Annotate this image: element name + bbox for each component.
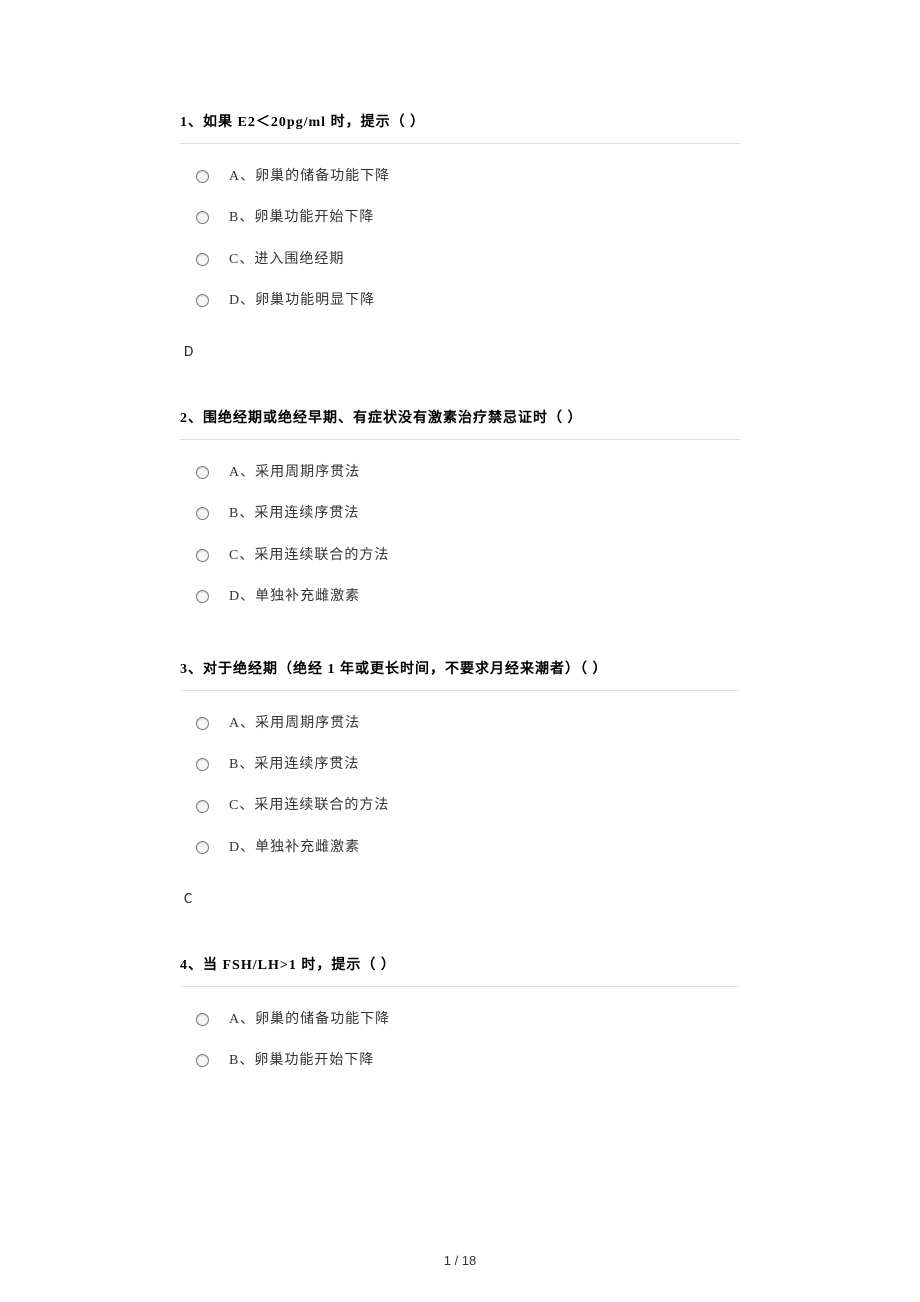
option-row[interactable]: A、采用周期序贯法 <box>180 452 740 493</box>
radio-icon[interactable] <box>196 549 209 562</box>
option-row[interactable]: C、采用连续联合的方法 <box>180 535 740 576</box>
divider <box>180 143 740 144</box>
radio-icon[interactable] <box>196 841 209 854</box>
option-row[interactable]: B、卵巢功能开始下降 <box>180 197 740 238</box>
radio-icon[interactable] <box>196 590 209 603</box>
option-row[interactable]: B、采用连续序贯法 <box>180 744 740 785</box>
option-row[interactable]: C、进入围绝经期 <box>180 239 740 280</box>
radio-icon[interactable] <box>196 1013 209 1026</box>
option-row[interactable]: A、卵巢的储备功能下降 <box>180 999 740 1040</box>
option-text: D、单独补充雌激素 <box>229 584 360 609</box>
option-text: A、卵巢的储备功能下降 <box>229 164 390 189</box>
option-text: C、采用连续联合的方法 <box>229 793 389 818</box>
answer-text: C <box>184 886 740 913</box>
question-4: 4、当 FSH/LH>1 时，提示（ ） A、卵巢的储备功能下降 B、卵巢功能开… <box>180 953 740 1082</box>
option-text: B、采用连续序贯法 <box>229 752 359 777</box>
option-text: C、进入围绝经期 <box>229 247 344 272</box>
radio-icon[interactable] <box>196 294 209 307</box>
radio-icon[interactable] <box>196 717 209 730</box>
question-title: 4、当 FSH/LH>1 时，提示（ ） <box>180 953 740 978</box>
radio-icon[interactable] <box>196 507 209 520</box>
radio-icon[interactable] <box>196 466 209 479</box>
radio-icon[interactable] <box>196 800 209 813</box>
option-text: A、采用周期序贯法 <box>229 460 360 485</box>
option-text: A、卵巢的储备功能下降 <box>229 1007 390 1032</box>
page-number: 1 / 18 <box>444 1253 477 1268</box>
option-text: C、采用连续联合的方法 <box>229 543 389 568</box>
option-text: B、卵巢功能开始下降 <box>229 1048 374 1073</box>
question-title: 1、如果 E2＜20pg/ml 时，提示（ ） <box>180 110 740 135</box>
divider <box>180 439 740 440</box>
option-row[interactable]: D、卵巢功能明显下降 <box>180 280 740 321</box>
option-text: B、采用连续序贯法 <box>229 501 359 526</box>
option-text: D、卵巢功能明显下降 <box>229 288 375 313</box>
answer-text: D <box>184 339 740 366</box>
option-row[interactable]: D、单独补充雌激素 <box>180 576 740 617</box>
option-row[interactable]: D、单独补充雌激素 <box>180 827 740 868</box>
option-row[interactable]: C、采用连续联合的方法 <box>180 785 740 826</box>
option-text: B、卵巢功能开始下降 <box>229 205 374 230</box>
option-row[interactable]: B、采用连续序贯法 <box>180 493 740 534</box>
option-text: D、单独补充雌激素 <box>229 835 360 860</box>
radio-icon[interactable] <box>196 211 209 224</box>
radio-icon[interactable] <box>196 1054 209 1067</box>
option-row[interactable]: B、卵巢功能开始下降 <box>180 1040 740 1081</box>
question-3: 3、对于绝经期（绝经 1 年或更长时间，不要求月经来潮者）（ ） A、采用周期序… <box>180 657 740 913</box>
option-text: A、采用周期序贯法 <box>229 711 360 736</box>
option-row[interactable]: A、卵巢的储备功能下降 <box>180 156 740 197</box>
question-1: 1、如果 E2＜20pg/ml 时，提示（ ） A、卵巢的储备功能下降 B、卵巢… <box>180 110 740 366</box>
radio-icon[interactable] <box>196 170 209 183</box>
question-title: 3、对于绝经期（绝经 1 年或更长时间，不要求月经来潮者）（ ） <box>180 657 740 682</box>
question-title: 2、围绝经期或绝经早期、有症状没有激素治疗禁忌证时（ ） <box>180 406 740 431</box>
divider <box>180 986 740 987</box>
radio-icon[interactable] <box>196 758 209 771</box>
option-row[interactable]: A、采用周期序贯法 <box>180 703 740 744</box>
question-2: 2、围绝经期或绝经早期、有症状没有激素治疗禁忌证时（ ） A、采用周期序贯法 B… <box>180 406 740 617</box>
radio-icon[interactable] <box>196 253 209 266</box>
divider <box>180 690 740 691</box>
page-footer: 1 / 18 <box>0 1249 920 1272</box>
